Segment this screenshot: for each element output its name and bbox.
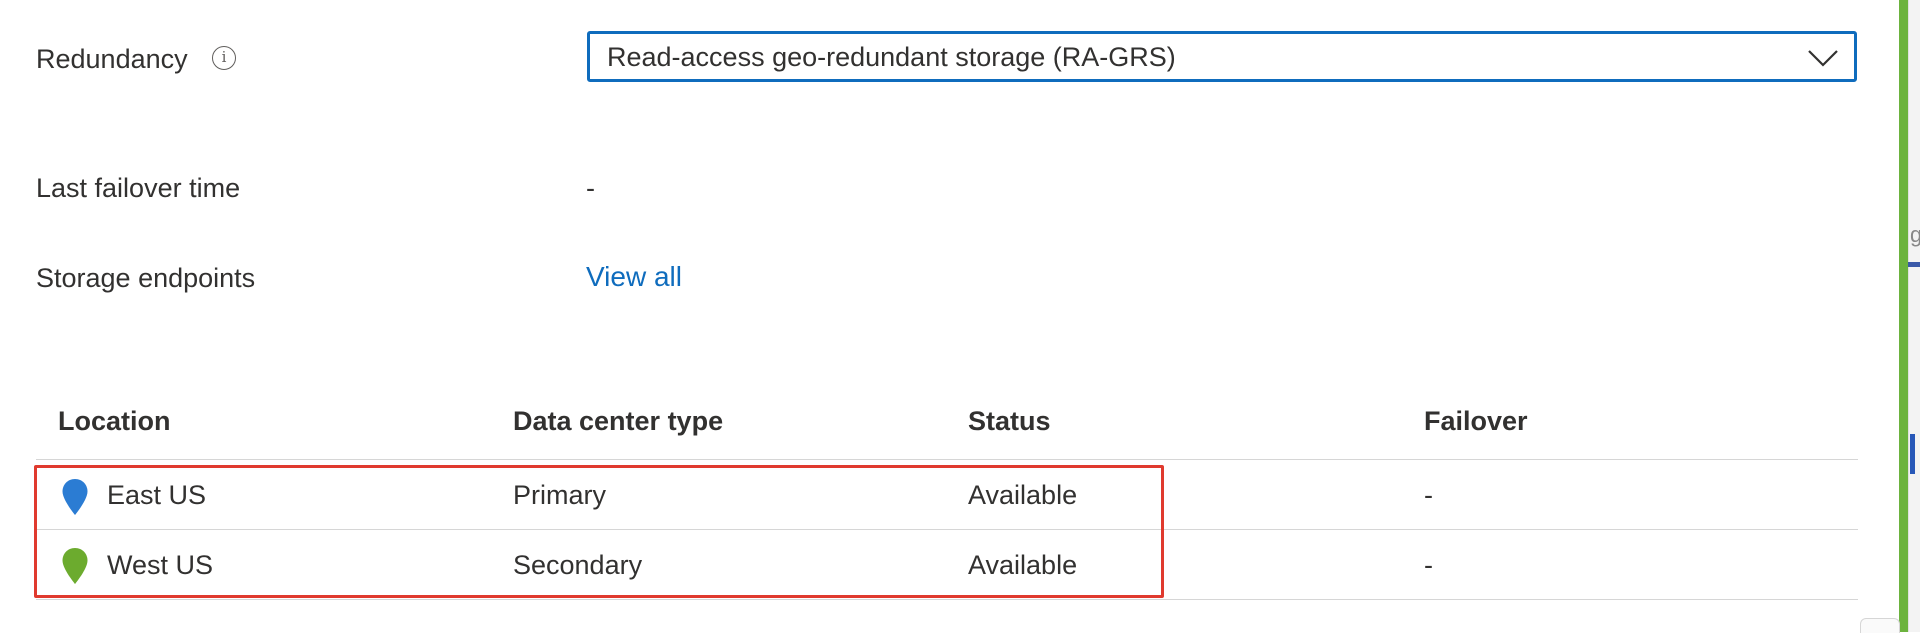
last-failover-time-value: - bbox=[586, 173, 595, 203]
redundancy-dropdown[interactable]: Read-access geo-redundant storage (RA-GR… bbox=[587, 31, 1857, 82]
scroll-corner bbox=[1860, 618, 1900, 633]
window-edge-green bbox=[1899, 0, 1908, 632]
info-icon[interactable]: i bbox=[212, 46, 236, 70]
redundancy-selected-value: Read-access geo-redundant storage (RA-GR… bbox=[607, 42, 1176, 72]
adjacent-panel-edge bbox=[1908, 0, 1920, 632]
adjacent-panel-bar bbox=[1908, 262, 1920, 267]
column-header-location[interactable]: Location bbox=[58, 406, 171, 437]
column-header-data-center-type[interactable]: Data center type bbox=[513, 406, 723, 437]
adjacent-panel-link-fragment bbox=[1910, 434, 1915, 474]
column-header-status[interactable]: Status bbox=[968, 406, 1051, 437]
view-all-link[interactable]: View all bbox=[586, 261, 682, 293]
column-header-failover[interactable]: Failover bbox=[1424, 406, 1528, 437]
adjacent-panel-text-fragment: g bbox=[1910, 222, 1920, 247]
storage-endpoints-label: Storage endpoints bbox=[36, 263, 256, 293]
highlight-box bbox=[34, 465, 1164, 598]
last-failover-time-label: Last failover time bbox=[36, 173, 241, 203]
table-divider bbox=[36, 459, 1858, 460]
chevron-down-icon bbox=[1808, 50, 1838, 67]
redundancy-label: Redundancy bbox=[36, 44, 188, 74]
failover-cell: - bbox=[1424, 550, 1433, 580]
failover-cell: - bbox=[1424, 480, 1433, 510]
table-divider bbox=[36, 599, 1858, 600]
